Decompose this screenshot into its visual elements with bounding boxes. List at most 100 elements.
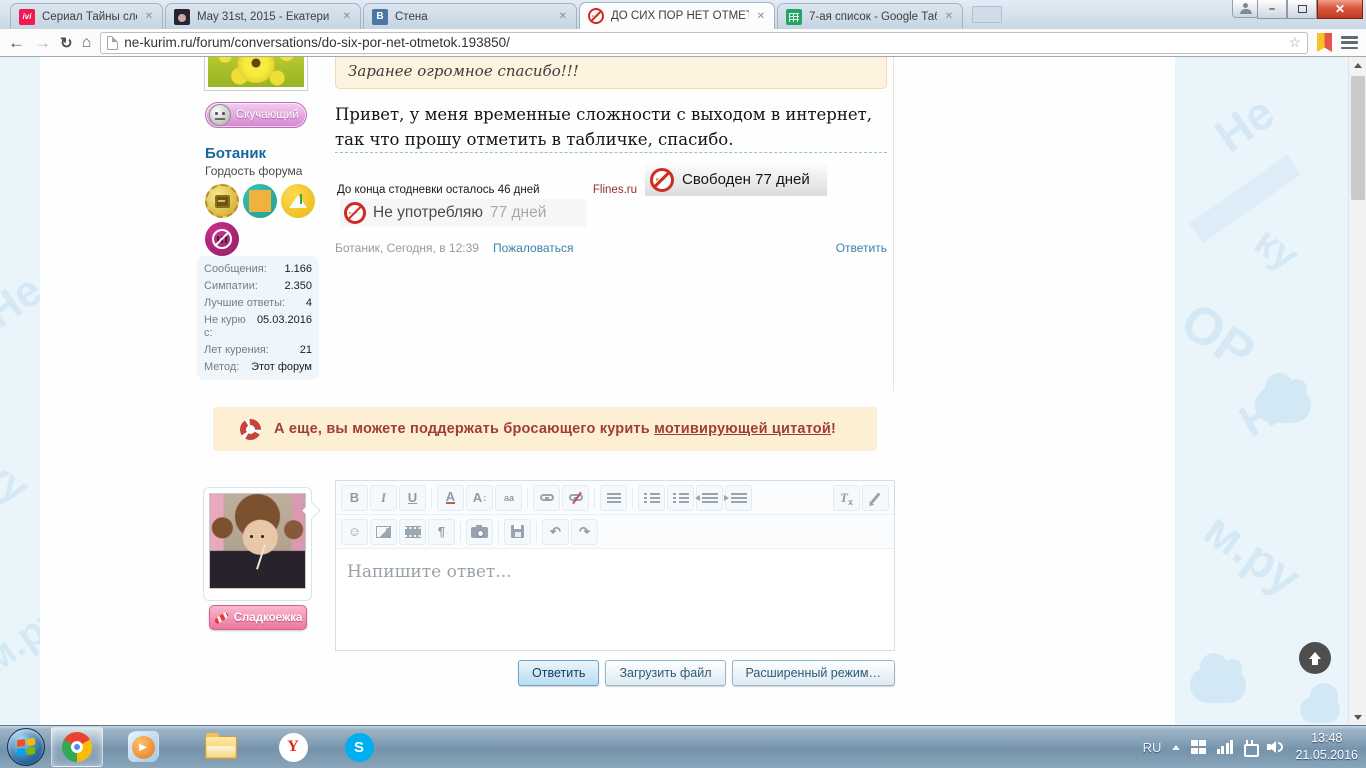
- close-icon[interactable]: ✕: [756, 11, 766, 22]
- scroll-to-top-button[interactable]: [1299, 642, 1331, 674]
- motivation-quote-link[interactable]: мотивирующей цитатой: [654, 421, 831, 437]
- flines-link[interactable]: Flines.ru: [593, 184, 637, 196]
- outdent-button[interactable]: [696, 485, 723, 511]
- diary-badge-icon[interactable]: [205, 184, 239, 218]
- vk-icon: В: [372, 9, 388, 25]
- tab-ivi[interactable]: ivi Сериал Тайны следствия ✕: [10, 3, 163, 29]
- start-button[interactable]: [7, 728, 45, 766]
- windows-logo-icon: [17, 738, 35, 755]
- close-icon[interactable]: ✕: [342, 11, 352, 22]
- username-link[interactable]: Ботаник: [205, 145, 266, 162]
- insert-quote-button[interactable]: ¶: [428, 519, 455, 545]
- stat-row: Не курю с:05.03.2016: [204, 314, 312, 339]
- remove-formatting-button[interactable]: Tx: [833, 485, 860, 511]
- submit-reply-button[interactable]: Ответить: [518, 660, 599, 686]
- get-windows10-icon[interactable]: [1191, 740, 1206, 754]
- motivation-banner: А еще, вы можете поддержать бросающего к…: [213, 407, 877, 451]
- desktop-screen: ivi Сериал Тайны следствия ✕ May 31st, 2…: [0, 0, 1366, 768]
- bold-button[interactable]: B: [341, 485, 368, 511]
- minimize-button[interactable]: –: [1257, 0, 1287, 19]
- italic-button[interactable]: I: [370, 485, 397, 511]
- signature-free-counter[interactable]: Свободен 77 дней: [645, 163, 827, 196]
- post-body-text: Привет, у меня временные сложности с вых…: [335, 103, 891, 153]
- font-size-button[interactable]: A:: [466, 485, 493, 511]
- bookmarks-extension-icon[interactable]: [1317, 33, 1332, 52]
- home-button[interactable]: ⌂: [82, 34, 92, 52]
- insert-media-button[interactable]: [399, 519, 426, 545]
- camera-button[interactable]: [466, 519, 493, 545]
- power-plug-icon[interactable]: [1244, 742, 1256, 755]
- report-link[interactable]: Пожаловаться: [493, 241, 574, 255]
- smilies-button[interactable]: ☺: [341, 519, 368, 545]
- scroll-up-button[interactable]: [1349, 57, 1366, 73]
- no-smoking-badge-icon[interactable]: [205, 222, 239, 256]
- avatar[interactable]: [204, 57, 308, 91]
- maximize-button[interactable]: [1287, 0, 1317, 19]
- profile-button[interactable]: [1232, 0, 1259, 18]
- undo-button[interactable]: ↶: [542, 519, 569, 545]
- numbered-list-button[interactable]: [667, 485, 694, 511]
- advanced-mode-button[interactable]: Расширенный режим…: [732, 660, 896, 686]
- back-button[interactable]: ←: [8, 33, 25, 53]
- insert-link-button[interactable]: [533, 485, 560, 511]
- tab-forum-active[interactable]: ДО СИХ ПОР НЕТ ОТМЕТ ✕: [579, 2, 775, 29]
- close-icon[interactable]: ✕: [144, 11, 154, 22]
- save-draft-button[interactable]: [504, 519, 531, 545]
- taskbar-media-player-button[interactable]: ▶: [117, 727, 169, 767]
- forward-button[interactable]: →: [34, 33, 51, 53]
- scrollbar-thumb[interactable]: [1351, 76, 1365, 200]
- taskbar-explorer-button[interactable]: [195, 727, 247, 767]
- reply-text-area[interactable]: Напишите ответ...: [336, 549, 894, 650]
- drafts-button[interactable]: [862, 485, 889, 511]
- journal-avatar-icon: [174, 9, 190, 25]
- reply-link[interactable]: Ответить: [836, 241, 887, 255]
- close-icon[interactable]: ✕: [558, 11, 568, 22]
- star-badge-icon[interactable]: [243, 184, 277, 218]
- hidden-icons-arrow[interactable]: [1172, 745, 1180, 750]
- bookmark-star-icon[interactable]: ☆: [1288, 34, 1301, 51]
- lifebuoy-icon: [240, 419, 261, 440]
- upload-file-button[interactable]: Загрузить файл: [605, 660, 725, 686]
- address-bar[interactable]: ne-kurim.ru/forum/conversations/do-six-p…: [100, 32, 1308, 54]
- signature-divider: [335, 152, 887, 153]
- signature-nouse-counter[interactable]: Не употребляю 77 дней: [340, 199, 586, 227]
- new-tab-button[interactable]: [972, 6, 1002, 23]
- avatar-image[interactable]: [209, 493, 306, 589]
- scroll-down-button[interactable]: [1349, 709, 1366, 725]
- align-icon: [607, 493, 621, 503]
- mountain-badge-icon[interactable]: [281, 184, 315, 218]
- close-icon[interactable]: ✕: [944, 11, 954, 22]
- unlink-button[interactable]: [562, 485, 589, 511]
- insert-image-button[interactable]: [370, 519, 397, 545]
- tab-google-sheets[interactable]: 7-ая список - Google Таб ✕: [777, 3, 963, 29]
- mood-smiley-icon: [209, 104, 231, 126]
- toolbar-separator: [460, 522, 461, 542]
- taskbar-clock[interactable]: 13:48 21.05.2016: [1295, 730, 1358, 764]
- taskbar-skype-button[interactable]: S: [333, 727, 385, 767]
- indent-button[interactable]: [725, 485, 752, 511]
- tab-vk[interactable]: В Стена ✕: [363, 3, 577, 29]
- language-indicator[interactable]: RU: [1143, 740, 1162, 755]
- font-family-button[interactable]: aa: [495, 485, 522, 511]
- network-signal-icon[interactable]: [1217, 740, 1234, 754]
- text-color-button[interactable]: A: [437, 485, 464, 511]
- menu-icon[interactable]: [1341, 36, 1358, 49]
- reload-button[interactable]: ↻: [60, 34, 73, 52]
- alignment-button[interactable]: [600, 485, 627, 511]
- browser-toolbar: ← → ↻ ⌂ ne-kurim.ru/forum/conversations/…: [0, 29, 1366, 57]
- tab-livejournal[interactable]: May 31st, 2015 - Екатери ✕: [165, 3, 361, 29]
- sweet-tooth-badge[interactable]: Сладкоежка: [209, 605, 307, 630]
- underline-button[interactable]: U: [399, 485, 426, 511]
- bulleted-list-button[interactable]: [638, 485, 665, 511]
- stat-row: Симпатии:2.350: [204, 280, 312, 293]
- star-icon: [249, 190, 271, 212]
- taskbar-yandex-button[interactable]: Y: [267, 727, 319, 767]
- close-window-button[interactable]: ✕: [1317, 0, 1363, 19]
- page-scrollbar[interactable]: [1348, 57, 1366, 725]
- url-text[interactable]: ne-kurim.ru/forum/conversations/do-six-p…: [124, 35, 1282, 50]
- volume-icon[interactable]: [1267, 740, 1284, 754]
- watermark-text: ку: [1246, 219, 1306, 280]
- taskbar-chrome-button[interactable]: [51, 727, 103, 767]
- mood-badge[interactable]: Скучающий: [205, 102, 307, 128]
- redo-button[interactable]: ↷: [571, 519, 598, 545]
